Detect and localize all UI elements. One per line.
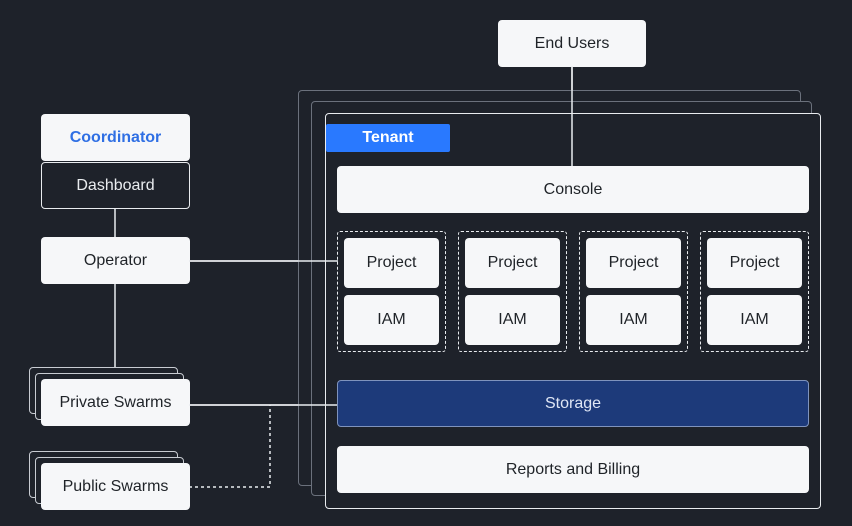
project-node-4[interactable]: Project bbox=[707, 238, 802, 288]
iam-node-3[interactable]: IAM bbox=[586, 295, 681, 345]
tenant-tab[interactable]: Tenant bbox=[326, 124, 450, 152]
iam-label-3: IAM bbox=[619, 311, 648, 328]
iam-node-4[interactable]: IAM bbox=[707, 295, 802, 345]
storage-node[interactable]: Storage bbox=[337, 380, 809, 427]
console-node[interactable]: Console bbox=[337, 166, 809, 213]
project-label-1: Project bbox=[366, 254, 417, 271]
project-node-2[interactable]: Project bbox=[465, 238, 560, 288]
iam-node-1[interactable]: IAM bbox=[344, 295, 439, 345]
iam-label-2: IAM bbox=[498, 311, 527, 328]
project-label-4: Project bbox=[729, 254, 780, 271]
project-label-2: Project bbox=[487, 254, 538, 271]
project-node-3[interactable]: Project bbox=[586, 238, 681, 288]
storage-label: Storage bbox=[544, 394, 602, 412]
tenant-label: Tenant bbox=[362, 129, 414, 146]
console-label: Console bbox=[543, 180, 603, 198]
reports-billing-label: Reports and Billing bbox=[505, 460, 641, 478]
project-node-1[interactable]: Project bbox=[344, 238, 439, 288]
project-label-3: Project bbox=[608, 254, 659, 271]
iam-label-4: IAM bbox=[740, 311, 769, 328]
iam-label-1: IAM bbox=[377, 311, 406, 328]
reports-billing-node[interactable]: Reports and Billing bbox=[337, 446, 809, 493]
iam-node-2[interactable]: IAM bbox=[465, 295, 560, 345]
